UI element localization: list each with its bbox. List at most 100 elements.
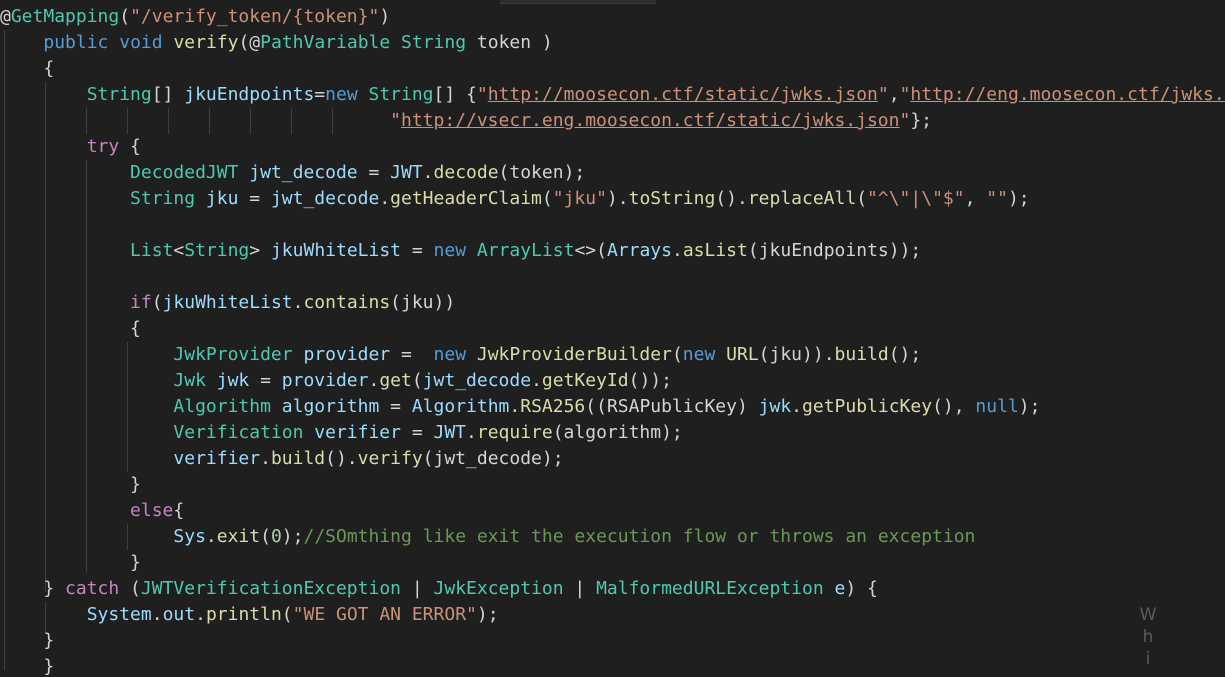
code-token: (: [151, 292, 163, 313]
code-token: .: [791, 396, 803, 417]
code-line[interactable]: Algorithm algorithm = Algorithm.RSA256((…: [0, 394, 1040, 420]
code-line[interactable]: Jwk jwk = provider.get(jwt_decode.getKey…: [0, 368, 672, 394]
code-token: List: [130, 240, 174, 261]
code-token: jkuWhiteList: [162, 292, 293, 313]
code-token: );: [1018, 396, 1041, 417]
code-token: };: [910, 110, 933, 131]
code-token: contains: [303, 292, 391, 313]
code-token: }: [0, 630, 55, 651]
code-token: ,: [964, 188, 987, 209]
code-token: //SOmthing like exit the execution flow …: [303, 526, 976, 547]
code-token: verifier: [314, 422, 401, 443]
code-token: verify: [173, 32, 239, 53]
code-token: .: [671, 240, 683, 261]
code-token: token ): [466, 32, 553, 53]
code-line[interactable]: System.out.println("WE GOT AN ERROR");: [0, 602, 499, 628]
code-line[interactable]: String jku = jwt_decode.getHeaderClaim("…: [0, 186, 1030, 212]
code-line[interactable]: List<String> jkuWhiteList = new ArrayLis…: [0, 238, 921, 264]
code-token: if: [130, 292, 152, 313]
code-token: |: [563, 578, 597, 599]
code-token: getKeyId: [541, 370, 629, 391]
code-token: new: [325, 84, 358, 105]
code-token: .: [151, 604, 163, 625]
code-token: ArrayList: [476, 240, 575, 261]
code-token: Sys: [173, 526, 206, 547]
code-token: jwk: [216, 370, 250, 391]
code-line[interactable]: public void verify(@PathVariable String …: [0, 30, 553, 56]
code-token: null: [975, 396, 1019, 417]
code-line[interactable]: }: [0, 472, 141, 498]
code-token: {: [0, 58, 55, 79]
code-token: );: [476, 604, 499, 625]
code-token: =: [357, 162, 391, 183]
code-line[interactable]: verifier.build().verify(jwt_decode);: [0, 446, 563, 472]
code-line[interactable]: {: [0, 56, 54, 82]
code-token: JWTVerificationException: [140, 578, 401, 599]
code-line[interactable]: {: [0, 316, 141, 342]
code-token: =: [379, 396, 412, 417]
code-token: Arrays: [606, 240, 672, 261]
code-token: build: [270, 448, 326, 469]
code-token: }: [0, 578, 66, 599]
code-token: void: [119, 32, 163, 53]
code-token: JwkProvider: [173, 344, 293, 365]
code-token: else: [130, 500, 174, 521]
code-token: .: [379, 188, 391, 209]
code-token: );: [1007, 188, 1030, 209]
code-line[interactable]: "http://vsecr.eng.moosecon.ctf/static/jw…: [0, 108, 932, 134]
code-token: "jku": [552, 188, 607, 209]
code-token: (),: [932, 396, 976, 417]
code-token: (: [260, 526, 271, 547]
code-token: getHeaderClaim: [390, 188, 542, 209]
code-line[interactable]: Verification verifier = JWT.require(algo…: [0, 420, 682, 446]
code-token: new: [682, 344, 716, 365]
code-token: jwk: [758, 396, 792, 417]
code-line[interactable]: }: [0, 654, 54, 677]
code-token: ": [877, 84, 889, 105]
code-editor[interactable]: @GetMapping("/verify_token/{token}") pub…: [0, 0, 1225, 677]
code-line[interactable]: DecodedJWT jwt_decode = JWT.decode(token…: [0, 160, 585, 186]
code-token: ).: [606, 188, 629, 209]
code-token: .: [260, 448, 271, 469]
watermark-letter: i: [1145, 649, 1151, 669]
code-token: .: [368, 370, 380, 391]
code-token: DecodedJWT: [130, 162, 239, 183]
code-token: Jwk: [173, 370, 206, 391]
code-line[interactable]: JwkProvider provider = new JwkProviderBu…: [0, 342, 921, 368]
code-line[interactable]: Sys.exit(0);//SOmthing like exit the exe…: [0, 524, 975, 550]
code-token: println: [205, 604, 282, 625]
code-line[interactable]: if(jkuWhiteList.contains(jku)): [0, 290, 455, 316]
code-token: JwkProviderBuilder: [476, 344, 672, 365]
code-token: .: [531, 370, 542, 391]
code-token: ": [476, 84, 488, 105]
code-line[interactable]: try {: [0, 134, 141, 160]
code-token: e: [834, 578, 846, 599]
code-token: (jkuEndpoints));: [747, 240, 922, 261]
code-token: ) {: [845, 578, 878, 599]
code-token: URL: [726, 344, 759, 365]
code-line[interactable]: }: [0, 628, 54, 654]
code-line[interactable]: else{: [0, 498, 184, 524]
code-token: provider: [303, 344, 391, 365]
code-token: =: [390, 344, 434, 365]
code-token: );: [281, 526, 304, 547]
code-line[interactable]: String[] jkuEndpoints=new String[] {"htt…: [0, 82, 1225, 108]
code-line[interactable]: }: [0, 550, 141, 576]
code-line[interactable]: @GetMapping("/verify_token/{token}"): [0, 4, 390, 30]
code-token: <: [173, 240, 185, 261]
code-token: jwt_decode: [249, 162, 358, 183]
code-token: replaceAll: [747, 188, 857, 209]
code-token: jkuWhiteList: [270, 240, 402, 261]
code-line[interactable]: } catch (JWTVerificationException | JwkE…: [0, 576, 878, 602]
